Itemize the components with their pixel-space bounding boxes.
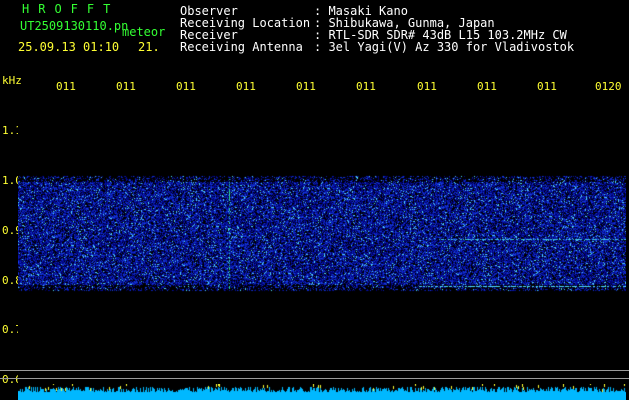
time-tick-2: 011: [116, 80, 136, 93]
time-tick-8: 011: [477, 80, 497, 93]
time-tick-3: 011: [176, 80, 196, 93]
program-title: HROFFT: [22, 2, 120, 16]
reference-line-upper: [0, 370, 629, 371]
time-tick-1: 011: [56, 80, 76, 93]
time-tick-6: 011: [356, 80, 376, 93]
spectrogram-plot: [18, 94, 626, 394]
time-tick-10: 0120: [595, 80, 622, 93]
freq-unit-label: kHz: [2, 74, 22, 87]
signal-strength-band: [18, 384, 626, 400]
filename-label: UT2509130110.pn: [20, 19, 129, 33]
antenna-value: : 3el Yagi(V) Az 330 for Vladivostok: [314, 40, 575, 54]
time-tick-5: 011: [296, 80, 316, 93]
count-label: 21.: [138, 40, 160, 54]
time-tick-7: 011: [417, 80, 437, 93]
detector-label: meteor: [122, 25, 166, 39]
datetime-label: 25.09.13 01:10: [18, 40, 120, 54]
time-tick-9: 011: [537, 80, 557, 93]
antenna-label: Receiving Antenna: [180, 40, 303, 54]
reference-line-lower: [0, 378, 629, 379]
time-tick-4: 011: [236, 80, 256, 93]
